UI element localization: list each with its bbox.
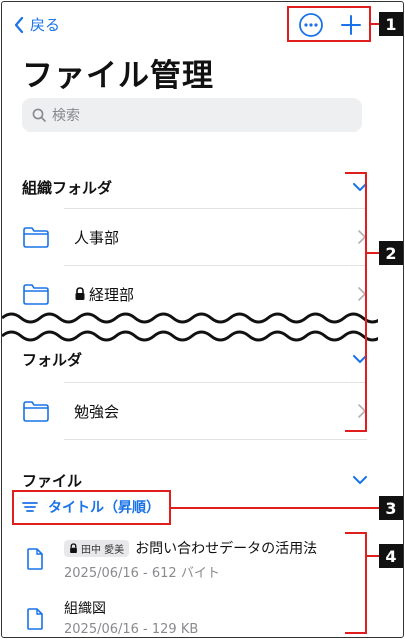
file-title-line: 田中 愛美 お問い合わせデータの活用法: [64, 538, 317, 558]
back-label: 戻る: [30, 16, 61, 34]
annotation-box-1: [287, 6, 371, 42]
file-section-title: ファイル: [22, 471, 83, 490]
annotation-bracket-2: [345, 172, 367, 432]
org-folder-name: 経理部: [89, 285, 135, 304]
file-name: お問い合わせデータの活用法: [135, 541, 318, 557]
locked-by-name: 田中 愛美: [81, 544, 125, 556]
annotation-box-3: [12, 490, 171, 525]
file-item[interactable]: 組織図 2025/06/16 - 129 KB: [22, 594, 367, 637]
document-icon: [27, 548, 43, 570]
file-management-screen: 戻る ファイル管理 検索 組織フォルダ 人事部 経理部 フォルダ 勉強会 ファイ…: [2, 2, 378, 637]
file-meta: 2025/06/16 - 612 バイト: [64, 566, 220, 581]
annotation-connector-2: [367, 252, 379, 254]
search-placeholder: 検索: [52, 108, 80, 124]
lock-icon: [70, 542, 77, 553]
divider: [64, 439, 367, 440]
callout-badge-3: 3: [379, 496, 403, 520]
page-title: ファイル管理: [22, 58, 214, 94]
back-button[interactable]: 戻る: [14, 14, 60, 35]
document-icon: [27, 608, 43, 630]
org-folder-section-title: 組織フォルダ: [22, 178, 113, 197]
folder-icon: [23, 401, 49, 422]
annotation-connector-3: [171, 507, 379, 509]
org-folder-label: 人事部: [74, 228, 120, 247]
org-folder-label: 経理部: [74, 284, 357, 305]
search-icon: [32, 108, 46, 122]
locked-by-badge: 田中 愛美: [64, 539, 130, 557]
callout-badge-1: 1: [379, 12, 403, 36]
file-meta: 2025/06/16 - 129 KB: [64, 622, 199, 637]
file-item[interactable]: 田中 愛美 お問い合わせデータの活用法 2025/06/16 - 612 バイト: [22, 534, 367, 586]
annotation-connector-4: [367, 555, 379, 557]
annotation-connector-1: [371, 23, 379, 25]
search-input[interactable]: 検索: [22, 98, 362, 132]
chevron-down-icon: [353, 475, 367, 484]
chevron-left-icon: [14, 16, 24, 33]
folder-icon: [23, 284, 49, 305]
content-break-wave: [2, 312, 378, 342]
folder-label: 勉強会: [74, 402, 120, 421]
callout-badge-4: 4: [379, 544, 403, 568]
folder-section-header[interactable]: フォルダ: [22, 344, 367, 374]
file-name: 組織図: [64, 601, 106, 617]
callout-badge-2: 2: [379, 241, 403, 265]
file-title-line: 組織図: [64, 598, 106, 618]
annotation-bracket-4: [345, 532, 367, 634]
lock-icon: [75, 287, 85, 300]
org-folder-item-hr[interactable]: 人事部: [22, 209, 367, 265]
org-folder-section-header[interactable]: 組織フォルダ: [22, 172, 367, 202]
folder-section-title: フォルダ: [22, 350, 83, 369]
folder-icon: [23, 227, 49, 248]
folder-item-study[interactable]: 勉強会: [22, 383, 367, 439]
